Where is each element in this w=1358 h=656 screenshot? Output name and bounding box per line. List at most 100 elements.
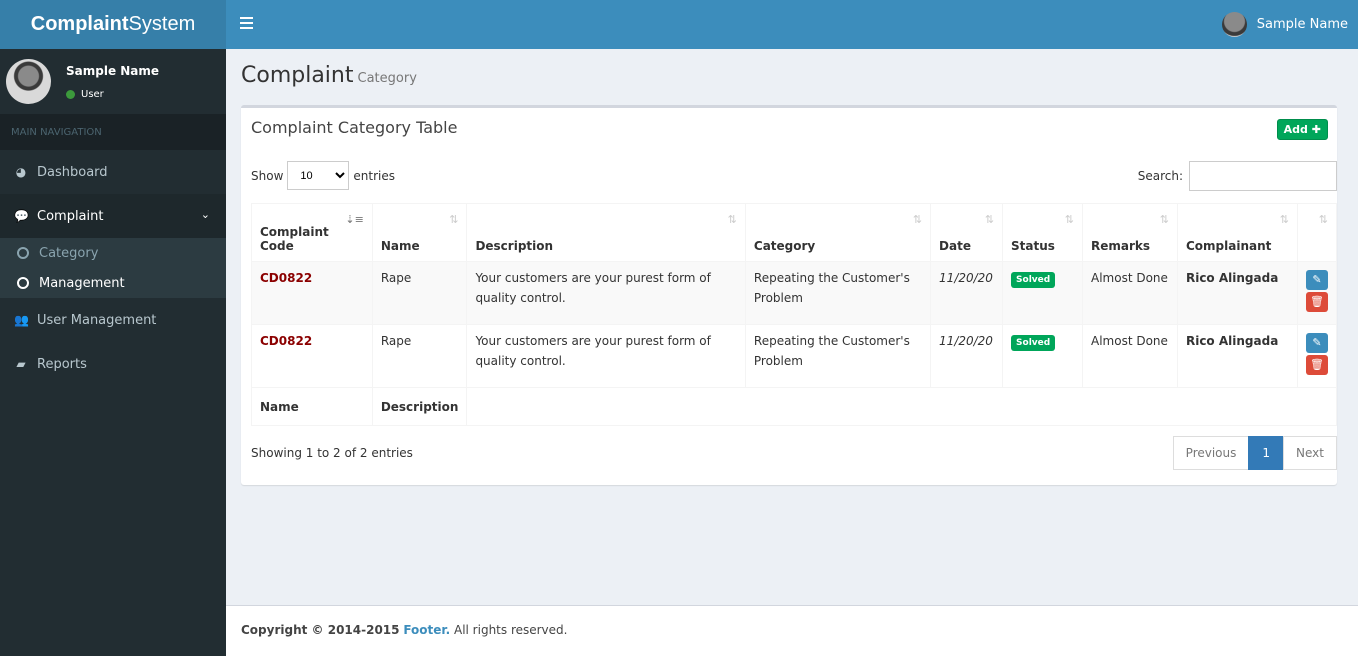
complaint-submenu: Category Management [0, 238, 226, 298]
sort-icon: ⇅ [449, 213, 459, 226]
table-row: CD0822 Rape Your customers are your pure… [251, 261, 1337, 325]
status-badge: Solved [1011, 335, 1056, 351]
edit-button[interactable]: ✎ [1306, 333, 1328, 353]
user-menu[interactable]: Sample Name [1221, 12, 1348, 37]
add-button[interactable]: Add ✚ [1276, 119, 1328, 140]
page-1-button[interactable]: 1 [1248, 436, 1285, 470]
user-panel: Sample Name User [0, 49, 226, 114]
sidebar-toggle-icon[interactable] [240, 17, 253, 29]
header-user-name: Sample Name [1256, 17, 1348, 32]
footer-column-name: Name [251, 387, 373, 426]
user-status: User [66, 89, 104, 100]
column-label: Complainant [1185, 239, 1272, 253]
trash-icon: 🗑 [1310, 295, 1324, 308]
column-header-category[interactable]: Category ⇅ [744, 203, 932, 262]
column-header-date[interactable]: Date ⇅ [930, 203, 1004, 262]
add-button-label: Add [1283, 123, 1308, 136]
footer-column-description: Description [371, 387, 468, 426]
footer-link[interactable]: Footer. [403, 623, 450, 637]
users-icon: 👥 [14, 313, 29, 327]
page-title-text: Complaint [241, 63, 354, 88]
sidebar-avatar [6, 59, 51, 104]
cell-code: CD0822 [251, 261, 373, 325]
delete-button[interactable]: 🗑 [1306, 355, 1328, 375]
status-badge: Solved [1011, 272, 1056, 288]
entries-label: entries [353, 168, 395, 183]
cell-complainant: Rico Alingada [1176, 261, 1299, 325]
sidebar-item-label: Reports [37, 356, 87, 372]
page-subtitle: Category [357, 71, 417, 86]
footer-empty [466, 387, 1337, 426]
cell-description: Your customers are your purest form of q… [466, 324, 746, 388]
sort-icon: ⇅ [912, 213, 923, 226]
column-label: Complaint Code [260, 225, 329, 253]
cell-name: Rape [371, 324, 468, 388]
copyright-text: Copyright © 2014-2015 [241, 623, 400, 637]
column-header-description[interactable]: Description ⇅ [466, 203, 746, 262]
column-label: Category [753, 239, 816, 253]
sort-icon: ⇅ [1064, 213, 1074, 226]
cell-actions: ✎ 🗑 [1297, 261, 1337, 325]
column-header-name[interactable]: Name ⇅ [371, 203, 468, 262]
logo-bold: Complaint [30, 13, 129, 35]
sort-icon: ⇅ [1279, 213, 1289, 226]
sidebar-item-complaint[interactable]: 💬 Complaint ⌄ [0, 194, 226, 238]
column-label: Status [1011, 239, 1055, 253]
column-header-complaint-code[interactable]: Complaint Code ⇣≡ [251, 203, 373, 262]
top-navbar: Sample Name [226, 0, 1358, 49]
sidebar-item-label: Complaint [37, 208, 104, 224]
cell-description: Your customers are your purest form of q… [466, 261, 746, 325]
cell-remarks: Almost Done [1082, 261, 1178, 325]
column-header-complainant[interactable]: Complainant ⇅ [1176, 203, 1299, 262]
edit-icon: ✎ [1312, 336, 1322, 349]
cell-name: Rape [371, 261, 468, 325]
box-title: Complaint Category Table [251, 118, 458, 137]
book-icon: ▰ [16, 357, 26, 371]
cell-remarks: Almost Done [1082, 324, 1178, 388]
table-footer-row: Name Description [251, 387, 1337, 426]
column-label: Description [475, 239, 554, 253]
edit-icon: ✎ [1312, 273, 1322, 286]
cell-date: 11/20/20 [930, 261, 1004, 325]
user-role: User [81, 89, 104, 100]
sidebar-subitem-category[interactable]: Category [0, 238, 226, 268]
column-header-remarks[interactable]: Remarks ⇅ [1082, 203, 1178, 262]
rights-text: All rights reserved. [450, 623, 568, 637]
sidebar-subitem-label: Management [39, 275, 125, 291]
column-label: Name [380, 239, 420, 253]
sidebar-item-label: Dashboard [37, 164, 108, 180]
column-label: Date [939, 239, 971, 253]
cell-status: Solved [1002, 324, 1083, 388]
show-label: Show [251, 168, 284, 183]
page-length-control: Show 10 entries [251, 161, 395, 190]
comments-icon: 💬 [14, 209, 29, 223]
page-length-select[interactable]: 10 [287, 161, 350, 190]
next-page-button[interactable]: Next [1283, 436, 1337, 470]
column-header-actions[interactable]: ⇅ [1297, 203, 1337, 262]
sidebar-item-dashboard[interactable]: ◕ Dashboard [0, 150, 226, 194]
sort-icon: ⇅ [727, 213, 737, 226]
cell-code: CD0822 [251, 324, 373, 388]
table-info: Showing 1 to 2 of 2 entries [251, 446, 413, 460]
circle-icon [17, 277, 29, 289]
search-control: Search: [1138, 161, 1337, 191]
sidebar-subitem-management[interactable]: Management [0, 268, 226, 298]
previous-page-button[interactable]: Previous [1172, 436, 1250, 470]
cell-status: Solved [1002, 261, 1083, 325]
content-wrapper: Complaint Category Complaint Category Tab… [226, 49, 1358, 605]
search-input[interactable] [1189, 161, 1337, 191]
search-label: Search: [1137, 169, 1183, 183]
sidebar-user-name: Sample Name [66, 64, 160, 78]
cell-category: Repeating the Customer's Problem [744, 324, 932, 388]
app-logo[interactable]: Complaint System [0, 0, 226, 49]
edit-button[interactable]: ✎ [1306, 270, 1328, 290]
sidebar-item-label: User Management [37, 312, 157, 328]
sidebar-item-user-management[interactable]: 👥 User Management [0, 298, 226, 342]
table-row: CD0822 Rape Your customers are your pure… [251, 324, 1337, 388]
pagination: Previous 1 Next [1172, 436, 1337, 470]
delete-button[interactable]: 🗑 [1306, 292, 1328, 312]
sidebar-item-reports[interactable]: ▰ Reports [0, 342, 226, 386]
column-label: Remarks [1091, 239, 1151, 253]
circle-icon [17, 247, 29, 259]
column-header-status[interactable]: Status ⇅ [1002, 203, 1083, 262]
